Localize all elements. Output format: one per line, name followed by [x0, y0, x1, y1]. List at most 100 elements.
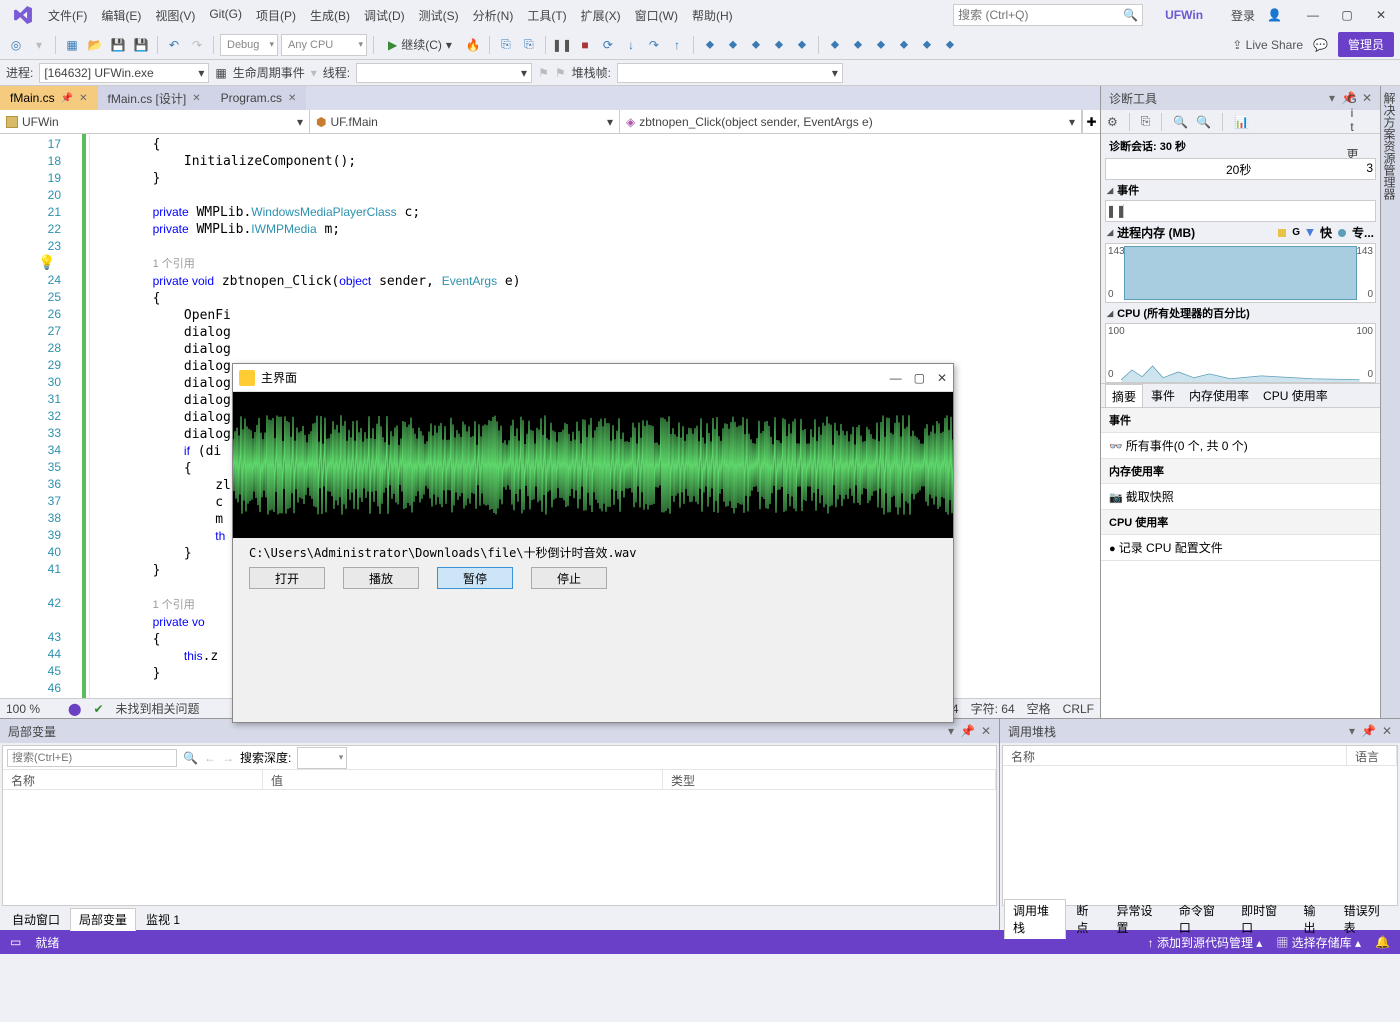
minimize-button[interactable]: —: [1298, 3, 1328, 27]
diag-tab[interactable]: 摘要: [1105, 384, 1143, 408]
select-repo[interactable]: ▦ 选择存储库 ▴: [1276, 934, 1361, 951]
locals-tab[interactable]: 局部变量: [70, 908, 136, 931]
nav-left-icon[interactable]: ←: [204, 751, 216, 765]
dropdown-icon[interactable]: ▾: [1329, 91, 1335, 105]
vtab[interactable]: Git 更改: [1344, 92, 1361, 712]
t11-icon[interactable]: ⬥: [940, 35, 960, 55]
step-out-icon[interactable]: ↑: [667, 35, 687, 55]
export-icon[interactable]: ⎘: [1141, 114, 1151, 129]
depth-combo[interactable]: [297, 747, 347, 769]
search-icon[interactable]: 🔍: [183, 751, 198, 765]
config-combo[interactable]: Debug: [220, 34, 278, 56]
diag-tab[interactable]: 内存使用率: [1183, 384, 1255, 407]
t4-icon[interactable]: ⬥: [769, 35, 789, 55]
editor-tab[interactable]: fMain.cs [设计] ✕: [98, 86, 211, 110]
redo-icon[interactable]: ↷: [187, 35, 207, 55]
app-button-1[interactable]: 播放: [343, 567, 419, 589]
menu-item[interactable]: 帮助(H): [686, 3, 739, 28]
close-icon[interactable]: ✕: [1362, 91, 1372, 105]
lifecycle-icon[interactable]: ▦: [215, 66, 226, 80]
split-icon[interactable]: ✚: [1082, 110, 1100, 133]
locals-tab[interactable]: 监视 1: [138, 909, 188, 930]
locals-search[interactable]: [7, 749, 177, 767]
t10-icon[interactable]: ⬥: [917, 35, 937, 55]
callstack-tab[interactable]: 断点: [1068, 900, 1106, 938]
summary-mem-row[interactable]: 📷 截取快照: [1101, 484, 1380, 510]
app-button-0[interactable]: 打开: [249, 567, 325, 589]
continue-button[interactable]: ▶继续(C) ▾: [380, 36, 460, 53]
zoom-out-icon[interactable]: 🔍: [1196, 115, 1211, 129]
global-search[interactable]: 🔍: [953, 4, 1143, 26]
fwd-icon[interactable]: ▾: [29, 35, 49, 55]
process-combo[interactable]: [164632] UFWin.exe▾: [39, 63, 209, 83]
t3-icon[interactable]: ⬥: [746, 35, 766, 55]
menu-item[interactable]: 调试(D): [358, 3, 411, 28]
t8-icon[interactable]: ⬥: [871, 35, 891, 55]
pause-icon[interactable]: ❚❚: [552, 35, 572, 55]
editor-tab[interactable]: Program.cs ✕: [211, 86, 307, 110]
save-icon[interactable]: 💾: [108, 35, 128, 55]
chart-icon[interactable]: 📊: [1234, 115, 1249, 129]
vtab[interactable]: 解决方案资源管理器: [1381, 92, 1398, 712]
locals-tab[interactable]: 自动窗口: [4, 909, 68, 930]
diag-tab[interactable]: 事件: [1145, 384, 1181, 407]
menu-item[interactable]: 扩展(X): [575, 3, 627, 28]
callstack-tab[interactable]: 输出: [1295, 900, 1333, 938]
thread-combo[interactable]: ▾: [356, 63, 532, 83]
menu-item[interactable]: 编辑(E): [95, 3, 147, 28]
callstack-tab[interactable]: 即时窗口: [1233, 900, 1293, 938]
hot-reload-icon[interactable]: 🔥: [463, 35, 483, 55]
pause-icon[interactable]: ❚❚: [1106, 204, 1124, 218]
events-track[interactable]: ❚❚: [1105, 200, 1376, 222]
zoom-combo[interactable]: 100 %: [6, 702, 56, 716]
app-close[interactable]: ✕: [937, 371, 947, 385]
back-icon[interactable]: ◎: [6, 35, 26, 55]
live-share-button[interactable]: ⇪ Live Share: [1232, 38, 1303, 52]
gear-icon[interactable]: ⚙: [1107, 115, 1118, 129]
right-vtabs[interactable]: 解决方案资源管理器Git 更改: [1380, 86, 1400, 718]
menu-item[interactable]: 窗口(W): [629, 3, 684, 28]
callstack-tab[interactable]: 命令窗口: [1171, 900, 1231, 938]
lightbulb-icon[interactable]: 💡: [38, 254, 55, 271]
step-over-icon[interactable]: ↷: [644, 35, 664, 55]
nav-project[interactable]: UFWin▾: [0, 110, 310, 133]
app-minimize[interactable]: —: [890, 371, 902, 385]
open-icon[interactable]: 📂: [85, 35, 105, 55]
app-titlebar[interactable]: 主界面 —▢✕: [233, 364, 953, 392]
callstack-tab[interactable]: 调用堆栈: [1004, 899, 1066, 939]
memory-header[interactable]: 进程内存 (MB) G 快 专...: [1101, 222, 1380, 243]
diag-timeline[interactable]: 20秒3: [1105, 158, 1376, 180]
feedback-icon[interactable]: 💬: [1313, 38, 1328, 52]
cpu-header[interactable]: CPU (所有处理器的百分比): [1101, 303, 1380, 323]
diag-tab[interactable]: CPU 使用率: [1257, 384, 1334, 407]
t2-icon[interactable]: ⬥: [723, 35, 743, 55]
notifications-icon[interactable]: 🔔: [1375, 935, 1390, 949]
new-icon[interactable]: ▦: [62, 35, 82, 55]
step2-icon[interactable]: ⎘: [519, 35, 539, 55]
t5-icon[interactable]: ⬥: [792, 35, 812, 55]
menu-item[interactable]: Git(G): [203, 3, 248, 28]
save-all-icon[interactable]: 💾: [131, 35, 151, 55]
nav-method[interactable]: ◈zbtnopen_Click(object sender, EventArgs…: [620, 110, 1082, 133]
summary-events-row[interactable]: 👓 所有事件(0 个, 共 0 个): [1101, 433, 1380, 459]
menu-item[interactable]: 项目(P): [250, 3, 302, 28]
menu-item[interactable]: 视图(V): [149, 3, 201, 28]
app-button-2[interactable]: 暂停: [437, 567, 513, 589]
flag2-icon[interactable]: ⚑: [555, 66, 566, 80]
restart-icon[interactable]: ⟳: [598, 35, 618, 55]
zoom-in-icon[interactable]: 🔍: [1173, 115, 1188, 129]
events-header[interactable]: 事件: [1101, 180, 1380, 200]
search-input[interactable]: [958, 8, 1123, 22]
callstack-tab[interactable]: 异常设置: [1109, 900, 1169, 938]
app-button-3[interactable]: 停止: [531, 567, 607, 589]
summary-cpu-row[interactable]: ● 记录 CPU 配置文件: [1101, 535, 1380, 561]
stackframe-combo[interactable]: ▾: [617, 63, 843, 83]
menu-item[interactable]: 工具(T): [521, 3, 572, 28]
menu-item[interactable]: 文件(F): [42, 3, 93, 28]
step-icon[interactable]: ⎘: [496, 35, 516, 55]
stop-icon[interactable]: ■: [575, 35, 595, 55]
t7-icon[interactable]: ⬥: [848, 35, 868, 55]
maximize-button[interactable]: ▢: [1332, 3, 1362, 27]
step-into-icon[interactable]: ↓: [621, 35, 641, 55]
sign-in[interactable]: 登录: [1225, 7, 1261, 24]
